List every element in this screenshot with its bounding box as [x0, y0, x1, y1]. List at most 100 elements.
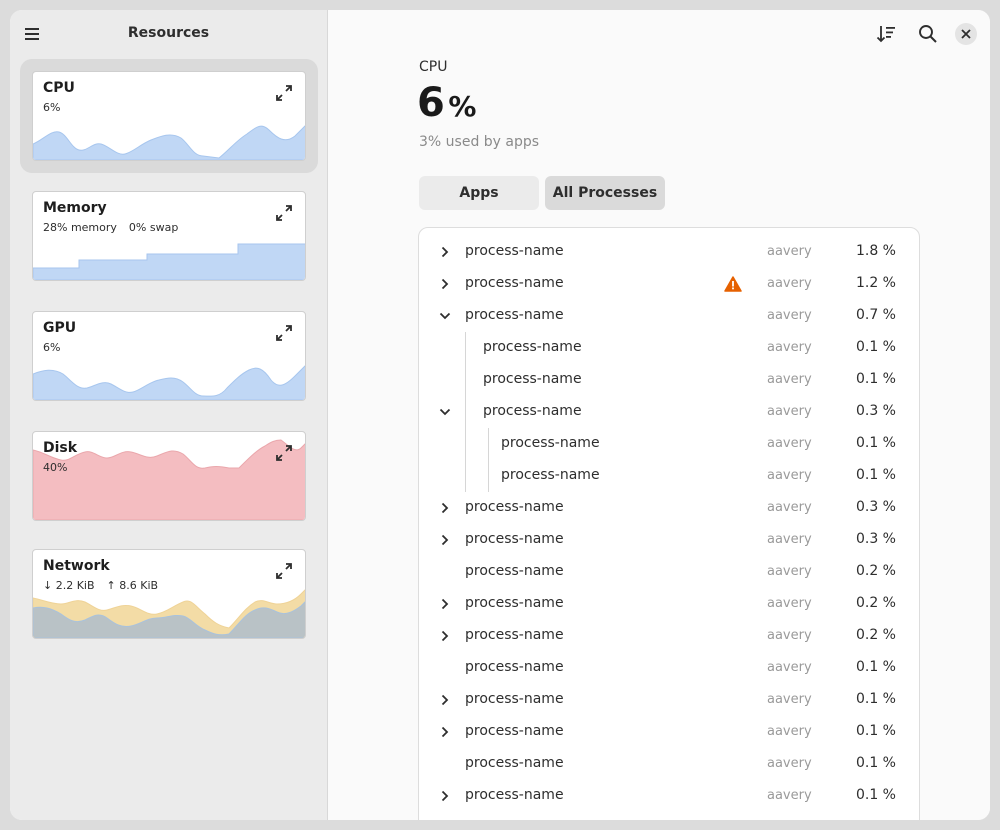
- chevron-right-icon[interactable]: [438, 245, 452, 259]
- process-row[interactable]: process-name aavery 0.2 %: [419, 556, 919, 588]
- process-row[interactable]: process-name aavery 0.2 %: [419, 588, 919, 620]
- process-cpu-value: 0.1 %: [855, 659, 896, 675]
- process-user-label: aavery: [767, 628, 812, 643]
- tab-apps[interactable]: Apps: [419, 176, 539, 210]
- sidebar: Resources CPU 6% Memory 28% memory 0% swa…: [10, 10, 328, 820]
- card-sub-cpu: 6%: [43, 101, 72, 114]
- card-title-network: Network: [43, 558, 110, 574]
- process-user-label: aavery: [767, 404, 812, 419]
- process-cpu-value: 0.7 %: [855, 307, 896, 323]
- chevron-right-icon[interactable]: [438, 629, 452, 643]
- process-cpu-value: 0.1 %: [855, 435, 896, 451]
- apps-usage-note: 3% used by apps: [419, 134, 540, 150]
- disk-card[interactable]: Disk 40%: [32, 431, 306, 521]
- chevron-right-icon[interactable]: [438, 501, 452, 515]
- expand-icon[interactable]: [275, 204, 293, 222]
- process-user-label: aavery: [767, 692, 812, 707]
- process-name-label: process-name: [483, 371, 582, 387]
- memory-card[interactable]: Memory 28% memory 0% swap: [32, 191, 306, 281]
- process-name-label: process-name: [465, 563, 564, 579]
- cpu-total-number: 6: [417, 80, 445, 126]
- process-name-label: process-name: [465, 787, 564, 803]
- process-user-label: aavery: [767, 788, 812, 803]
- process-cpu-value: 0.1 %: [855, 787, 896, 803]
- process-cpu-value: 0.3 %: [855, 499, 896, 515]
- process-row[interactable]: process-name aavery 1.2 %: [419, 268, 919, 300]
- main-panel: CPU 6% 3% used by apps Apps All Processe…: [329, 10, 990, 820]
- process-name-label: process-name: [465, 691, 564, 707]
- cpu-total-unit: %: [448, 90, 476, 123]
- network-card[interactable]: Network ↓ 2.2 KiB ↑ 8.6 KiB: [32, 549, 306, 639]
- process-row[interactable]: process-name aavery 0.1 %: [419, 780, 919, 812]
- chevron-down-icon[interactable]: [438, 309, 452, 323]
- expand-icon[interactable]: [275, 562, 293, 580]
- expand-icon[interactable]: [275, 324, 293, 342]
- process-row[interactable]: process-name aavery 0.1 %: [419, 460, 919, 492]
- process-name-label: process-name: [501, 435, 600, 451]
- section-label: CPU: [419, 59, 448, 75]
- process-row[interactable]: process-name aavery 0.3 %: [419, 492, 919, 524]
- process-name-label: process-name: [465, 659, 564, 675]
- process-name-label: process-name: [501, 467, 600, 483]
- tree-guide-line: [465, 332, 466, 492]
- process-cpu-value: 0.1 %: [855, 755, 896, 771]
- process-row[interactable]: process-name aavery 0.2 %: [419, 620, 919, 652]
- sidebar-item-disk[interactable]: Disk 40%: [20, 419, 318, 533]
- process-user-label: aavery: [767, 660, 812, 675]
- tab-all-processes[interactable]: All Processes: [545, 176, 665, 210]
- chevron-right-icon[interactable]: [438, 725, 452, 739]
- process-user-label: aavery: [767, 372, 812, 387]
- expand-icon[interactable]: [275, 84, 293, 102]
- chevron-right-icon[interactable]: [438, 693, 452, 707]
- sort-descending-icon[interactable]: [875, 22, 899, 46]
- cpu-usage-value: 6%: [43, 101, 61, 114]
- process-name-label: process-name: [465, 595, 564, 611]
- sidebar-item-memory[interactable]: Memory 28% memory 0% swap: [20, 179, 318, 293]
- process-user-label: aavery: [767, 244, 812, 259]
- card-sub-disk: 40%: [43, 461, 79, 474]
- process-row[interactable]: process-name aavery 0.1 %: [419, 716, 919, 748]
- process-row[interactable]: process-name aavery 0.1 %: [419, 364, 919, 396]
- expand-icon[interactable]: [275, 444, 293, 462]
- close-button[interactable]: [955, 23, 977, 45]
- process-row[interactable]: process-name aavery 0.3 %: [419, 396, 919, 428]
- disk-usage-value: 40%: [43, 461, 68, 474]
- process-row[interactable]: process-name aavery 0.1 %: [419, 428, 919, 460]
- card-title-disk: Disk: [43, 440, 78, 456]
- memory-usage-value: 28% memory: [43, 221, 117, 234]
- process-row[interactable]: process-name aavery 0.1 %: [419, 684, 919, 716]
- process-cpu-value: 0.1 %: [855, 339, 896, 355]
- chevron-down-icon[interactable]: [438, 405, 452, 419]
- process-name-label: process-name: [465, 307, 564, 323]
- process-row[interactable]: process-name aavery 0.1 %: [419, 652, 919, 684]
- chevron-right-icon[interactable]: [438, 533, 452, 547]
- chevron-right-icon[interactable]: [438, 597, 452, 611]
- sidebar-item-cpu[interactable]: CPU 6%: [20, 59, 318, 173]
- card-sub-memory: 28% memory 0% swap: [43, 221, 190, 234]
- process-row[interactable]: process-name aavery 1.8 %: [419, 236, 919, 268]
- process-row[interactable]: process-name aavery 0.7 %: [419, 300, 919, 332]
- sidebar-item-gpu[interactable]: GPU 6%: [20, 299, 318, 413]
- card-sub-gpu: 6%: [43, 341, 72, 354]
- search-icon[interactable]: [916, 22, 940, 46]
- process-user-label: aavery: [767, 500, 812, 515]
- process-row[interactable]: process-name aavery 0.1 %: [419, 332, 919, 364]
- process-user-label: aavery: [767, 596, 812, 611]
- process-cpu-value: 0.3 %: [855, 531, 896, 547]
- chevron-right-icon[interactable]: [438, 789, 452, 803]
- sidebar-item-network[interactable]: Network ↓ 2.2 KiB ↑ 8.6 KiB: [20, 537, 318, 651]
- process-user-label: aavery: [767, 756, 812, 771]
- cpu-card[interactable]: CPU 6%: [32, 71, 306, 161]
- process-row[interactable]: process-name aavery 0.3 %: [419, 524, 919, 556]
- gpu-card[interactable]: GPU 6%: [32, 311, 306, 401]
- close-icon: [961, 29, 971, 39]
- app-window: Resources CPU 6% Memory 28% memory 0% swa…: [10, 10, 990, 820]
- upload-rate-value: ↑ 8.6 KiB: [106, 579, 159, 592]
- process-user-label: aavery: [767, 468, 812, 483]
- swap-usage-value: 0% swap: [128, 221, 179, 234]
- sidebar-header: Resources: [10, 10, 327, 58]
- cpu-total-value: 6%: [417, 80, 476, 126]
- process-row[interactable]: process-name aavery 0.1 %: [419, 748, 919, 780]
- process-name-label: process-name: [483, 339, 582, 355]
- chevron-right-icon[interactable]: [438, 277, 452, 291]
